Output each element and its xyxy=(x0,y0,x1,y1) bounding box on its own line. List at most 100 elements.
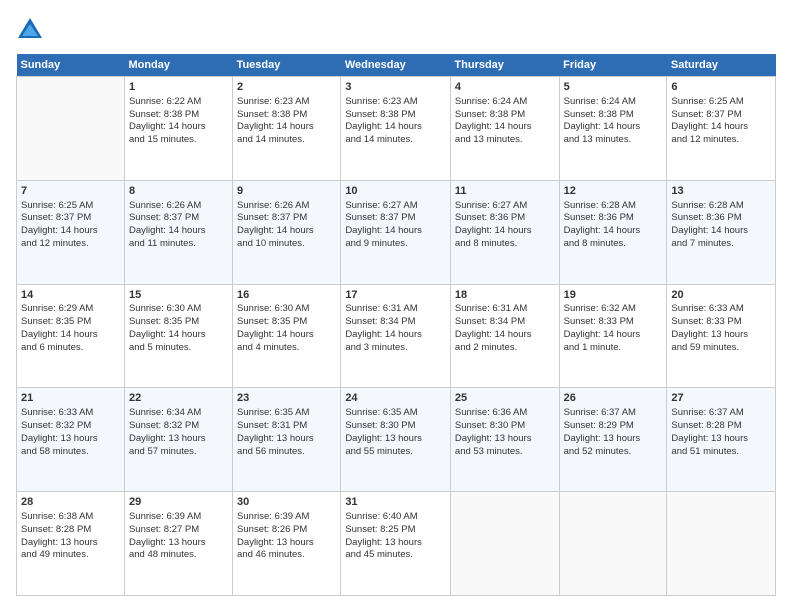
calendar-week-row: 14Sunrise: 6:29 AMSunset: 8:35 PMDayligh… xyxy=(17,284,776,388)
day-number: 31 xyxy=(345,495,446,510)
calendar-cell: 19Sunrise: 6:32 AMSunset: 8:33 PMDayligh… xyxy=(559,284,667,388)
calendar-week-row: 7Sunrise: 6:25 AMSunset: 8:37 PMDaylight… xyxy=(17,180,776,284)
day-number: 16 xyxy=(237,288,336,303)
day-info: Sunrise: 6:38 AMSunset: 8:28 PMDaylight:… xyxy=(21,511,98,560)
calendar-cell: 30Sunrise: 6:39 AMSunset: 8:26 PMDayligh… xyxy=(233,492,341,596)
calendar-cell: 14Sunrise: 6:29 AMSunset: 8:35 PMDayligh… xyxy=(17,284,125,388)
calendar-cell: 11Sunrise: 6:27 AMSunset: 8:36 PMDayligh… xyxy=(450,180,559,284)
day-info: Sunrise: 6:35 AMSunset: 8:30 PMDaylight:… xyxy=(345,407,422,456)
calendar-cell xyxy=(559,492,667,596)
calendar-cell: 29Sunrise: 6:39 AMSunset: 8:27 PMDayligh… xyxy=(124,492,232,596)
day-info: Sunrise: 6:27 AMSunset: 8:36 PMDaylight:… xyxy=(455,200,532,249)
day-number: 24 xyxy=(345,391,446,406)
day-info: Sunrise: 6:34 AMSunset: 8:32 PMDaylight:… xyxy=(129,407,206,456)
calendar-week-row: 28Sunrise: 6:38 AMSunset: 8:28 PMDayligh… xyxy=(17,492,776,596)
day-info: Sunrise: 6:33 AMSunset: 8:33 PMDaylight:… xyxy=(671,303,748,352)
day-number: 20 xyxy=(671,288,771,303)
day-info: Sunrise: 6:28 AMSunset: 8:36 PMDaylight:… xyxy=(671,200,748,249)
day-number: 4 xyxy=(455,80,555,95)
calendar-cell: 26Sunrise: 6:37 AMSunset: 8:29 PMDayligh… xyxy=(559,388,667,492)
logo-icon xyxy=(16,16,44,44)
day-number: 5 xyxy=(564,80,663,95)
day-number: 27 xyxy=(671,391,771,406)
day-number: 25 xyxy=(455,391,555,406)
weekday-header-wednesday: Wednesday xyxy=(341,54,451,77)
day-info: Sunrise: 6:24 AMSunset: 8:38 PMDaylight:… xyxy=(455,96,532,145)
day-number: 12 xyxy=(564,184,663,199)
day-number: 30 xyxy=(237,495,336,510)
page: SundayMondayTuesdayWednesdayThursdayFrid… xyxy=(0,0,792,612)
day-info: Sunrise: 6:30 AMSunset: 8:35 PMDaylight:… xyxy=(237,303,314,352)
calendar-cell: 5Sunrise: 6:24 AMSunset: 8:38 PMDaylight… xyxy=(559,77,667,181)
day-number: 29 xyxy=(129,495,228,510)
calendar-week-row: 21Sunrise: 6:33 AMSunset: 8:32 PMDayligh… xyxy=(17,388,776,492)
day-number: 14 xyxy=(21,288,120,303)
day-info: Sunrise: 6:27 AMSunset: 8:37 PMDaylight:… xyxy=(345,200,422,249)
day-info: Sunrise: 6:26 AMSunset: 8:37 PMDaylight:… xyxy=(129,200,206,249)
calendar-cell: 31Sunrise: 6:40 AMSunset: 8:25 PMDayligh… xyxy=(341,492,451,596)
day-number: 8 xyxy=(129,184,228,199)
weekday-header-tuesday: Tuesday xyxy=(233,54,341,77)
day-info: Sunrise: 6:32 AMSunset: 8:33 PMDaylight:… xyxy=(564,303,641,352)
calendar-cell: 7Sunrise: 6:25 AMSunset: 8:37 PMDaylight… xyxy=(17,180,125,284)
calendar-cell: 23Sunrise: 6:35 AMSunset: 8:31 PMDayligh… xyxy=(233,388,341,492)
day-info: Sunrise: 6:23 AMSunset: 8:38 PMDaylight:… xyxy=(237,96,314,145)
day-info: Sunrise: 6:37 AMSunset: 8:28 PMDaylight:… xyxy=(671,407,748,456)
day-number: 26 xyxy=(564,391,663,406)
calendar-cell xyxy=(17,77,125,181)
day-number: 1 xyxy=(129,80,228,95)
day-number: 15 xyxy=(129,288,228,303)
calendar-cell: 3Sunrise: 6:23 AMSunset: 8:38 PMDaylight… xyxy=(341,77,451,181)
day-info: Sunrise: 6:39 AMSunset: 8:26 PMDaylight:… xyxy=(237,511,314,560)
weekday-header-row: SundayMondayTuesdayWednesdayThursdayFrid… xyxy=(17,54,776,77)
calendar-cell: 20Sunrise: 6:33 AMSunset: 8:33 PMDayligh… xyxy=(667,284,776,388)
calendar-cell: 13Sunrise: 6:28 AMSunset: 8:36 PMDayligh… xyxy=(667,180,776,284)
day-number: 22 xyxy=(129,391,228,406)
calendar-cell: 25Sunrise: 6:36 AMSunset: 8:30 PMDayligh… xyxy=(450,388,559,492)
header xyxy=(16,16,776,44)
day-info: Sunrise: 6:30 AMSunset: 8:35 PMDaylight:… xyxy=(129,303,206,352)
day-info: Sunrise: 6:40 AMSunset: 8:25 PMDaylight:… xyxy=(345,511,422,560)
day-number: 19 xyxy=(564,288,663,303)
calendar-cell: 2Sunrise: 6:23 AMSunset: 8:38 PMDaylight… xyxy=(233,77,341,181)
day-number: 21 xyxy=(21,391,120,406)
day-info: Sunrise: 6:23 AMSunset: 8:38 PMDaylight:… xyxy=(345,96,422,145)
day-info: Sunrise: 6:31 AMSunset: 8:34 PMDaylight:… xyxy=(345,303,422,352)
weekday-header-thursday: Thursday xyxy=(450,54,559,77)
calendar-cell: 28Sunrise: 6:38 AMSunset: 8:28 PMDayligh… xyxy=(17,492,125,596)
day-info: Sunrise: 6:26 AMSunset: 8:37 PMDaylight:… xyxy=(237,200,314,249)
calendar-cell: 18Sunrise: 6:31 AMSunset: 8:34 PMDayligh… xyxy=(450,284,559,388)
calendar-cell: 12Sunrise: 6:28 AMSunset: 8:36 PMDayligh… xyxy=(559,180,667,284)
calendar-cell: 6Sunrise: 6:25 AMSunset: 8:37 PMDaylight… xyxy=(667,77,776,181)
day-info: Sunrise: 6:28 AMSunset: 8:36 PMDaylight:… xyxy=(564,200,641,249)
calendar-cell: 16Sunrise: 6:30 AMSunset: 8:35 PMDayligh… xyxy=(233,284,341,388)
calendar-cell: 10Sunrise: 6:27 AMSunset: 8:37 PMDayligh… xyxy=(341,180,451,284)
day-info: Sunrise: 6:25 AMSunset: 8:37 PMDaylight:… xyxy=(671,96,748,145)
day-number: 10 xyxy=(345,184,446,199)
calendar-cell xyxy=(450,492,559,596)
day-number: 3 xyxy=(345,80,446,95)
calendar-cell: 27Sunrise: 6:37 AMSunset: 8:28 PMDayligh… xyxy=(667,388,776,492)
weekday-header-friday: Friday xyxy=(559,54,667,77)
weekday-header-monday: Monday xyxy=(124,54,232,77)
calendar-cell: 9Sunrise: 6:26 AMSunset: 8:37 PMDaylight… xyxy=(233,180,341,284)
day-info: Sunrise: 6:24 AMSunset: 8:38 PMDaylight:… xyxy=(564,96,641,145)
day-number: 2 xyxy=(237,80,336,95)
day-number: 13 xyxy=(671,184,771,199)
calendar-week-row: 1Sunrise: 6:22 AMSunset: 8:38 PMDaylight… xyxy=(17,77,776,181)
calendar-cell: 1Sunrise: 6:22 AMSunset: 8:38 PMDaylight… xyxy=(124,77,232,181)
calendar-cell: 15Sunrise: 6:30 AMSunset: 8:35 PMDayligh… xyxy=(124,284,232,388)
calendar-cell: 24Sunrise: 6:35 AMSunset: 8:30 PMDayligh… xyxy=(341,388,451,492)
day-number: 23 xyxy=(237,391,336,406)
calendar-cell: 17Sunrise: 6:31 AMSunset: 8:34 PMDayligh… xyxy=(341,284,451,388)
day-number: 6 xyxy=(671,80,771,95)
day-info: Sunrise: 6:31 AMSunset: 8:34 PMDaylight:… xyxy=(455,303,532,352)
day-info: Sunrise: 6:22 AMSunset: 8:38 PMDaylight:… xyxy=(129,96,206,145)
day-number: 28 xyxy=(21,495,120,510)
day-number: 11 xyxy=(455,184,555,199)
day-info: Sunrise: 6:39 AMSunset: 8:27 PMDaylight:… xyxy=(129,511,206,560)
calendar-cell: 22Sunrise: 6:34 AMSunset: 8:32 PMDayligh… xyxy=(124,388,232,492)
calendar-table: SundayMondayTuesdayWednesdayThursdayFrid… xyxy=(16,54,776,596)
calendar-cell xyxy=(667,492,776,596)
day-number: 9 xyxy=(237,184,336,199)
